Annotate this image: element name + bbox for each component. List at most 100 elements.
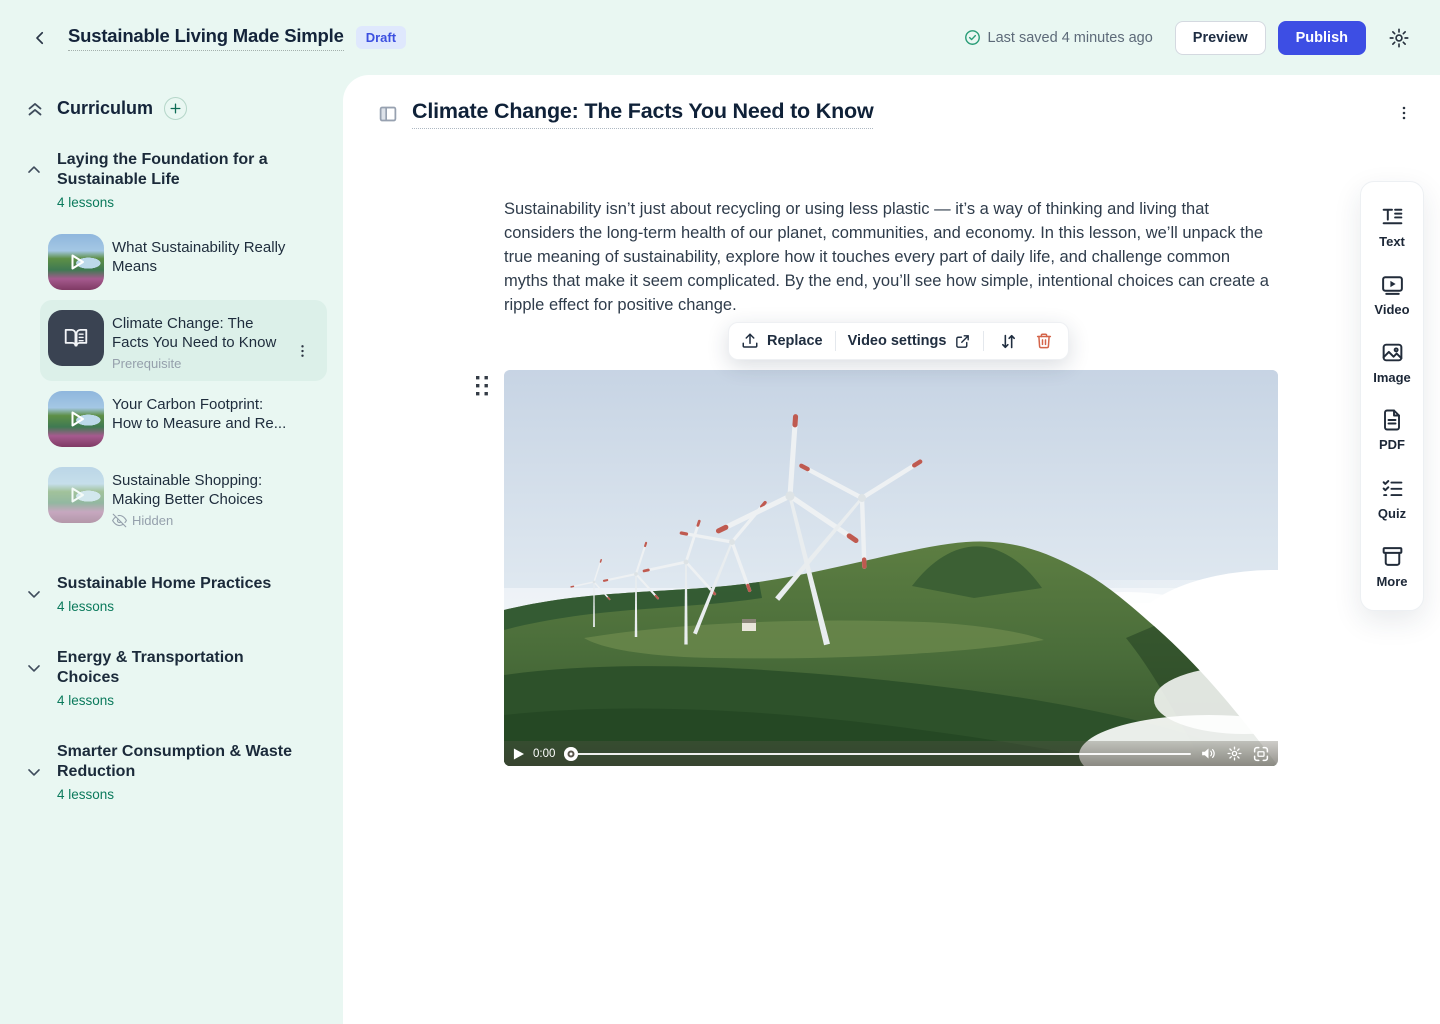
video-player[interactable]: 0:00 (504, 370, 1278, 766)
upload-icon (741, 332, 759, 350)
section-title: Energy & Transportation Choices (57, 648, 307, 688)
status-badge: Draft (356, 26, 406, 49)
pdf-icon (1380, 408, 1404, 432)
block-palette: Text Video Image PDF Quiz (1360, 181, 1424, 611)
curriculum-section: Smarter Consumption & Waste Reduction 4 … (16, 742, 327, 802)
chevron-down-icon (24, 762, 44, 782)
lesson-title: Climate Change: The Facts You Need to Kn… (112, 314, 294, 352)
preview-button[interactable]: Preview (1175, 21, 1266, 55)
more-icon (1380, 544, 1405, 569)
settings-button[interactable] (1384, 23, 1414, 53)
add-text-block[interactable]: Text (1361, 192, 1423, 260)
course-title[interactable]: Sustainable Living Made Simple (68, 25, 344, 51)
lesson-title-field[interactable]: Climate Change: The Facts You Need to Kn… (412, 99, 873, 129)
play-outline-icon (48, 234, 104, 290)
check-circle-icon (964, 29, 981, 46)
player-settings-icon[interactable] (1226, 745, 1243, 762)
video-thumbnail (48, 234, 104, 290)
text-icon (1380, 204, 1405, 229)
add-image-block[interactable]: Image (1361, 328, 1423, 396)
quiz-icon (1380, 476, 1405, 501)
chevron-down-icon (24, 658, 44, 678)
section-lesson-count: 4 lessons (57, 195, 307, 210)
trash-icon (1035, 332, 1053, 350)
toolbar-divider (983, 331, 984, 351)
section-lesson-count: 4 lessons (57, 599, 271, 614)
add-pdf-block[interactable]: PDF (1361, 396, 1423, 464)
panel-toggle-icon[interactable] (377, 103, 399, 125)
palette-label: Quiz (1378, 506, 1406, 521)
video-thumbnail (48, 467, 104, 523)
sort-arrows-icon (999, 332, 1018, 351)
lesson-meta: Prerequisite (112, 356, 319, 371)
section-header[interactable]: Laying the Foundation for a Sustainable … (16, 150, 327, 210)
palette-label: Video (1374, 302, 1409, 317)
move-block-button[interactable] (996, 329, 1020, 353)
lesson-meta: Hidden (132, 513, 173, 528)
image-icon (1380, 340, 1405, 365)
lesson-title: Sustainable Shopping: Making Better Choi… (112, 471, 294, 509)
lesson-item-carbon-footprint[interactable]: Your Carbon Footprint: How to Measure an… (40, 381, 327, 457)
replace-label: Replace (767, 333, 823, 349)
delete-block-button[interactable] (1032, 329, 1056, 353)
video-controls: 0:00 (504, 741, 1278, 766)
section-title: Laying the Foundation for a Sustainable … (57, 150, 307, 190)
lesson-item-what-sustainability[interactable]: What Sustainability Really Means (40, 224, 327, 300)
video-settings-label: Video settings (848, 333, 947, 349)
publish-button[interactable]: Publish (1278, 21, 1366, 55)
progress-track (564, 753, 1191, 755)
external-link-icon (954, 333, 971, 350)
chevron-down-icon (24, 584, 44, 604)
curriculum-heading: Curriculum (57, 98, 153, 119)
palette-label: More (1376, 574, 1407, 589)
lesson-item-sustainable-shopping[interactable]: Sustainable Shopping: Making Better Choi… (40, 457, 327, 538)
playback-time: 0:00 (533, 748, 555, 760)
add-quiz-block[interactable]: Quiz (1361, 464, 1423, 532)
lesson-tile (48, 310, 104, 366)
section-title: Sustainable Home Practices (57, 574, 271, 594)
palette-label: Text (1379, 234, 1405, 249)
video-icon (1380, 272, 1405, 297)
play-outline-icon (48, 391, 104, 447)
add-section-button[interactable] (164, 97, 187, 120)
curriculum-section: Laying the Foundation for a Sustainable … (16, 150, 327, 538)
toolbar-divider (835, 331, 836, 351)
section-header[interactable]: Smarter Consumption & Waste Reduction 4 … (16, 742, 327, 802)
curriculum-header: Curriculum (16, 97, 327, 120)
section-title: Smarter Consumption & Waste Reduction (57, 742, 307, 782)
book-open-icon (63, 325, 89, 351)
drag-handle-icon[interactable] (475, 375, 490, 397)
add-video-block[interactable]: Video (1361, 260, 1423, 328)
replace-button[interactable]: Replace (741, 332, 823, 350)
play-icon[interactable] (513, 748, 524, 760)
lesson-title: What Sustainability Really Means (112, 238, 294, 276)
video-block-toolbar: Replace Video settings (728, 322, 1069, 360)
section-header[interactable]: Energy & Transportation Choices 4 lesson… (16, 648, 327, 708)
chevron-up-icon (24, 160, 44, 180)
curriculum-section: Sustainable Home Practices 4 lessons (16, 574, 327, 614)
seek-handle[interactable] (564, 747, 578, 761)
video-thumbnail (48, 391, 104, 447)
lesson-item-climate-change[interactable]: Climate Change: The Facts You Need to Kn… (40, 300, 327, 381)
fullscreen-icon[interactable] (1252, 745, 1269, 762)
back-icon (31, 29, 49, 47)
topbar: Sustainable Living Made Simple Draft Las… (0, 0, 1440, 75)
back-button[interactable] (26, 24, 54, 52)
lesson-title: Your Carbon Footprint: How to Measure an… (112, 395, 294, 433)
seek-bar[interactable] (564, 747, 1191, 761)
more-blocks[interactable]: More (1361, 532, 1423, 600)
plus-circle-icon (169, 102, 182, 115)
curriculum-section: Energy & Transportation Choices 4 lesson… (16, 648, 327, 708)
palette-label: Image (1373, 370, 1411, 385)
section-lesson-count: 4 lessons (57, 787, 307, 802)
lesson-kebab-menu[interactable] (295, 342, 311, 360)
play-outline-icon (48, 467, 104, 523)
collapse-all-icon[interactable] (24, 98, 46, 120)
volume-icon[interactable] (1200, 745, 1217, 762)
lesson-paragraph[interactable]: Sustainability isn’t just about recyclin… (504, 197, 1278, 317)
palette-label: PDF (1379, 437, 1405, 452)
section-header[interactable]: Sustainable Home Practices 4 lessons (16, 574, 327, 614)
video-settings-button[interactable]: Video settings (848, 333, 972, 350)
eye-off-icon (112, 513, 127, 528)
lesson-kebab-menu[interactable] (1396, 103, 1414, 125)
